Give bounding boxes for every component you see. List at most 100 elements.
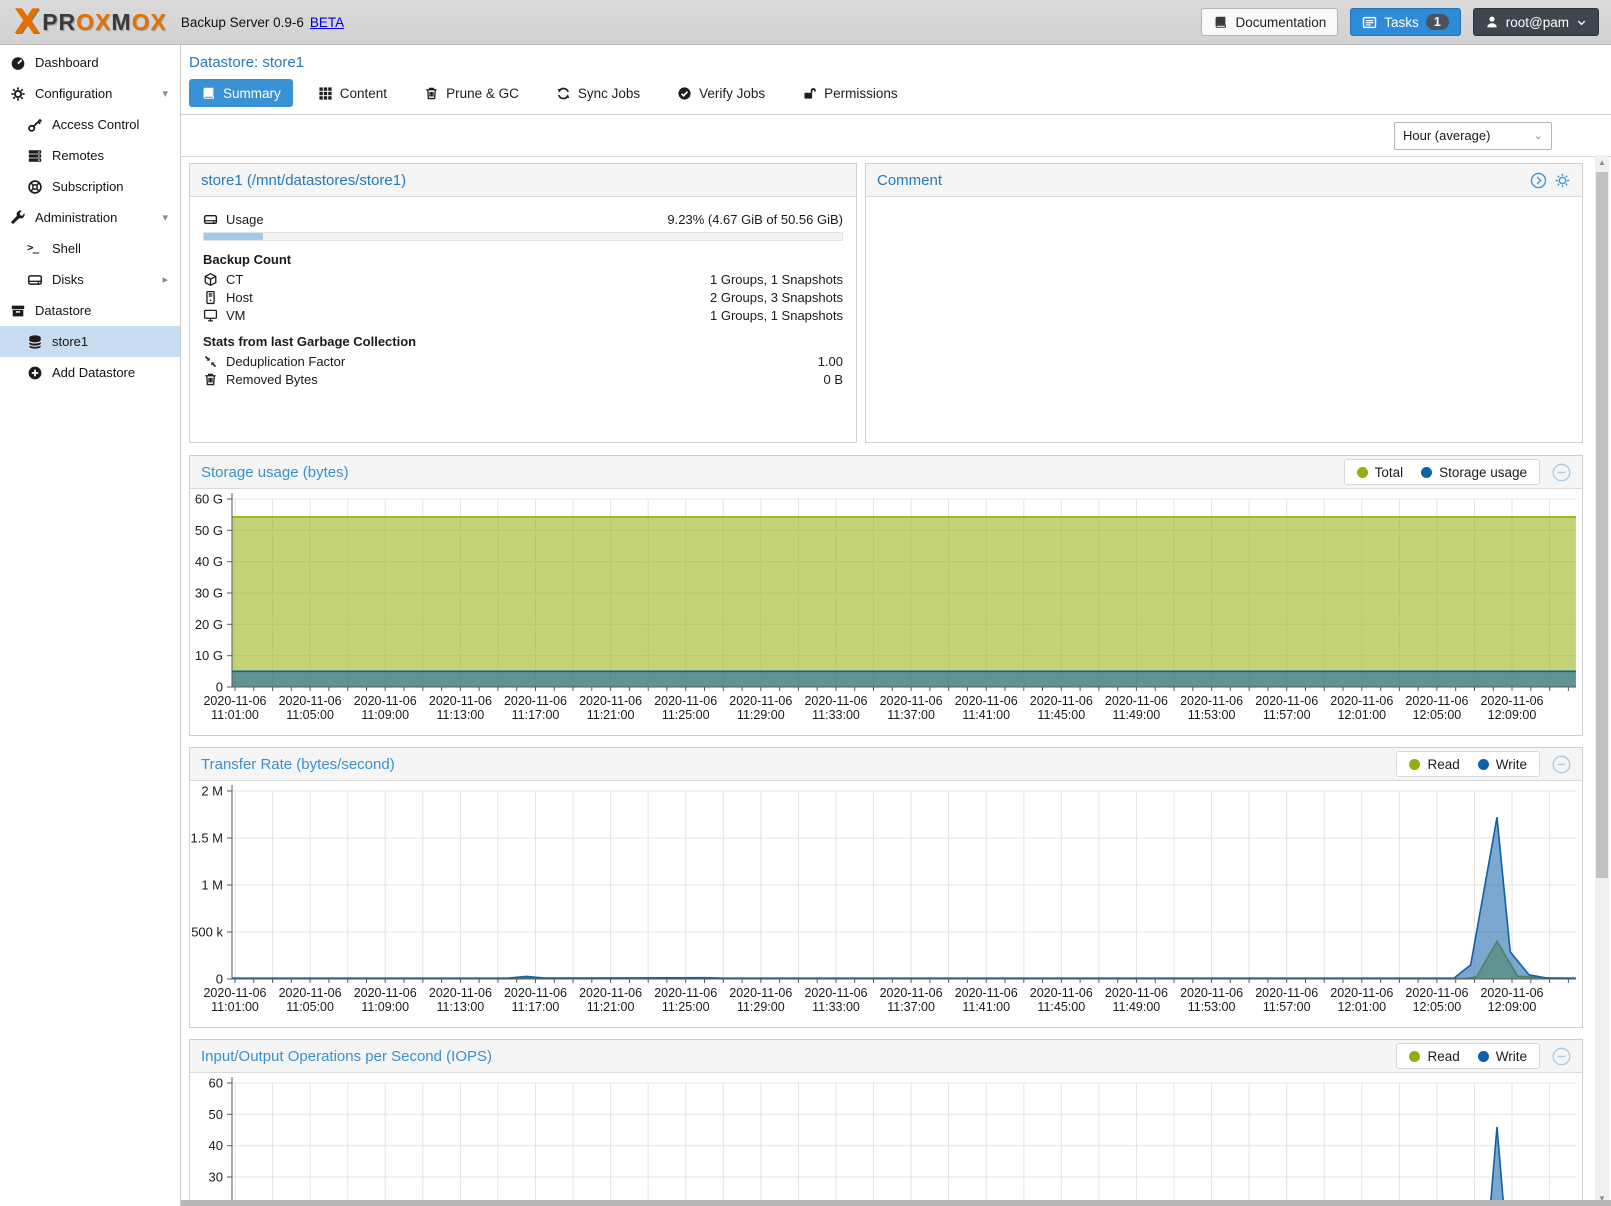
sidebar-item-datastore[interactable]: Datastore [0, 295, 180, 326]
sync-icon [556, 86, 571, 101]
task-list-icon [1362, 15, 1377, 30]
sidebar-item-administration[interactable]: Administration ▾ [0, 202, 180, 233]
svg-text:10 G: 10 G [195, 648, 223, 663]
proxmox-logo: X PROXMOX [14, 7, 167, 37]
svg-text:1.5 M: 1.5 M [190, 831, 223, 846]
svg-text:0: 0 [216, 680, 223, 695]
server-stack-icon [27, 148, 43, 164]
transfer-rate-panel: Transfer Rate (bytes/second) Read Write … [189, 747, 1583, 1028]
store1-summary-panel: store1 (/mnt/datastores/store1) Usage 9.… [189, 163, 857, 443]
minus-circle-icon[interactable] [1552, 755, 1571, 774]
sidebar-item-dashboard[interactable]: Dashboard [0, 47, 180, 78]
svg-text:2020-11-06: 2020-11-06 [354, 986, 417, 1000]
svg-text:11:53:00: 11:53:00 [1188, 708, 1236, 722]
chevron-down-icon [1576, 17, 1587, 28]
tab-sync-jobs[interactable]: Sync Jobs [544, 79, 652, 107]
svg-text:2020-11-06: 2020-11-06 [955, 694, 1018, 708]
sidebar-item-add-datastore[interactable]: Add Datastore [0, 357, 180, 388]
beta-link[interactable]: BETA [310, 15, 344, 30]
user-icon [1485, 15, 1499, 29]
life-ring-icon [27, 179, 43, 195]
svg-text:2020-11-06: 2020-11-06 [1330, 986, 1393, 1000]
svg-text:12:09:00: 12:09:00 [1488, 1000, 1537, 1014]
svg-text:11:13:00: 11:13:00 [437, 708, 485, 722]
svg-text:11:13:00: 11:13:00 [437, 1000, 485, 1014]
transfer-rate-chart: 2 M1.5 M1 M500 k02020-11-0611:01:002020-… [190, 781, 1582, 1027]
trash-icon [424, 86, 439, 101]
scrollbar-thumb[interactable] [1596, 172, 1608, 878]
key-icon [27, 117, 43, 133]
svg-text:11:09:00: 11:09:00 [361, 708, 409, 722]
svg-text:2020-11-06: 2020-11-06 [880, 986, 943, 1000]
page-title: Datastore: store1 [181, 45, 1611, 75]
svg-text:11:49:00: 11:49:00 [1113, 708, 1161, 722]
transfer-rate-legend: Read Write [1396, 751, 1540, 777]
proxmox-x-icon: X [14, 7, 40, 37]
svg-text:2020-11-06: 2020-11-06 [1180, 986, 1243, 1000]
sidebar-item-disks[interactable]: Disks ▸ [0, 264, 180, 295]
archive-box-icon [10, 303, 26, 319]
tab-permissions[interactable]: Permissions [790, 79, 910, 107]
gauge-icon [10, 55, 26, 71]
tab-verify-jobs[interactable]: Verify Jobs [665, 79, 777, 107]
svg-text:2020-11-06: 2020-11-06 [1405, 986, 1468, 1000]
tasks-button[interactable]: Tasks 1 [1350, 8, 1460, 36]
svg-text:2020-11-06: 2020-11-06 [804, 986, 867, 1000]
gears-icon [10, 86, 26, 102]
svg-text:40 G: 40 G [195, 554, 223, 569]
timeframe-select[interactable]: Hour (average) ⌄ [1394, 122, 1552, 150]
database-icon [27, 334, 43, 350]
book-icon [201, 86, 216, 101]
minus-circle-icon[interactable] [1552, 1047, 1571, 1066]
svg-text:12:05:00: 12:05:00 [1413, 708, 1462, 722]
svg-text:30 G: 30 G [195, 586, 223, 601]
svg-text:11:49:00: 11:49:00 [1113, 1000, 1161, 1014]
gear-icon[interactable] [1554, 172, 1571, 189]
chevron-circle-right-icon[interactable] [1530, 172, 1547, 189]
usage-progressbar [203, 232, 843, 241]
sidebar-item-shell[interactable]: >_ Shell [0, 233, 180, 264]
svg-text:11:57:00: 11:57:00 [1263, 1000, 1311, 1014]
svg-text:20 G: 20 G [195, 617, 223, 632]
iops-panel: Input/Output Operations per Second (IOPS… [189, 1039, 1583, 1206]
svg-text:12:01:00: 12:01:00 [1337, 708, 1386, 722]
tasks-count-badge: 1 [1426, 14, 1449, 30]
minus-circle-icon[interactable] [1552, 463, 1571, 482]
sidebar-item-configuration[interactable]: Configuration ▾ [0, 78, 180, 109]
svg-text:2020-11-06: 2020-11-06 [429, 694, 492, 708]
sidebar-item-access-control[interactable]: Access Control [0, 109, 180, 140]
svg-text:2020-11-06: 2020-11-06 [729, 694, 792, 708]
tab-summary[interactable]: Summary [189, 79, 293, 107]
sidebar-item-store1[interactable]: store1 [0, 326, 180, 357]
storage-usage-legend: Total Storage usage [1344, 459, 1540, 485]
iops-chart: 60504030201002020-11-0611:01:002020-11-0… [190, 1073, 1582, 1206]
svg-text:11:57:00: 11:57:00 [1263, 708, 1311, 722]
sidebar-item-remotes[interactable]: Remotes [0, 140, 180, 171]
svg-text:40: 40 [209, 1138, 223, 1153]
svg-text:2020-11-06: 2020-11-06 [279, 986, 342, 1000]
expand-chevron-icon[interactable]: ▸ [162, 273, 168, 286]
svg-text:11:45:00: 11:45:00 [1037, 1000, 1085, 1014]
tab-content[interactable]: Content [306, 79, 399, 107]
svg-text:2020-11-06: 2020-11-06 [654, 986, 717, 1000]
svg-text:11:41:00: 11:41:00 [962, 708, 1010, 722]
svg-text:50 G: 50 G [195, 523, 223, 538]
svg-text:2020-11-06: 2020-11-06 [279, 694, 342, 708]
iops-header: Input/Output Operations per Second (IOPS… [190, 1040, 1582, 1073]
svg-text:2020-11-06: 2020-11-06 [579, 694, 642, 708]
legend-dot-write [1478, 759, 1489, 770]
vertical-scrollbar[interactable]: ▲ ▼ [1595, 155, 1609, 1206]
comment-body[interactable] [866, 197, 1582, 221]
collapse-chevron-icon[interactable]: ▾ [162, 87, 168, 100]
tab-prune-gc[interactable]: Prune & GC [412, 79, 531, 107]
collapse-chevron-icon[interactable]: ▾ [162, 211, 168, 224]
sidebar-item-subscription[interactable]: Subscription [0, 171, 180, 202]
scroll-up-arrow[interactable]: ▲ [1595, 155, 1609, 170]
svg-text:11:37:00: 11:37:00 [887, 708, 935, 722]
user-menu-button[interactable]: root@pam [1473, 8, 1599, 36]
svg-text:500 k: 500 k [191, 925, 223, 940]
comment-panel-header: Comment [866, 164, 1582, 197]
documentation-button[interactable]: Documentation [1201, 8, 1338, 36]
chart-title: Input/Output Operations per Second (IOPS… [201, 1048, 492, 1065]
legend-dot-read [1409, 759, 1420, 770]
